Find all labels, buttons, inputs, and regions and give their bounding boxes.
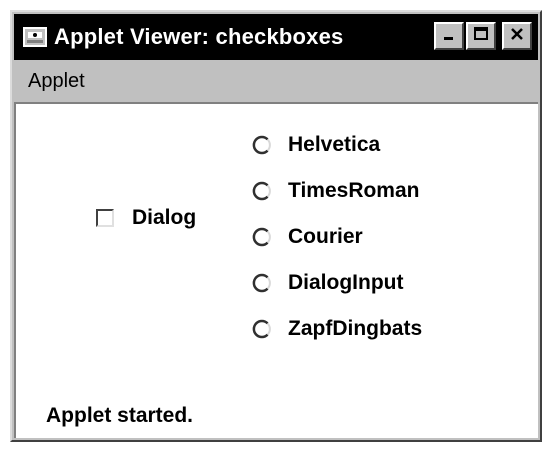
minimize-icon — [442, 27, 456, 46]
close-icon — [509, 26, 525, 47]
title-bar[interactable]: Applet Viewer: checkboxes — [14, 14, 538, 60]
maximize-button[interactable] — [466, 22, 496, 50]
menu-applet[interactable]: Applet — [18, 70, 95, 93]
applet-icon[interactable] — [20, 22, 50, 52]
radio-label-dialoginput[interactable]: DialogInput — [288, 271, 403, 295]
radio-button-icon[interactable] — [252, 181, 272, 201]
maximize-icon — [473, 26, 489, 47]
window-title: Applet Viewer: checkboxes — [54, 24, 344, 49]
dialog-checkbox-control[interactable]: Dialog — [96, 206, 196, 230]
applet-content-area: Dialog Helvetica TimesRoman Courier Dial… — [14, 102, 538, 438]
dialog-checkbox[interactable] — [96, 209, 114, 227]
minimize-button[interactable] — [434, 22, 464, 50]
radio-button-icon[interactable] — [252, 273, 272, 293]
radio-button-icon[interactable] — [252, 135, 272, 155]
radio-option-zapfdingbats[interactable]: ZapfDingbats — [252, 306, 422, 352]
radio-label-courier[interactable]: Courier — [288, 225, 363, 249]
dialog-checkbox-label[interactable]: Dialog — [132, 206, 196, 230]
close-button[interactable] — [502, 22, 532, 50]
radio-label-helvetica[interactable]: Helvetica — [288, 133, 380, 157]
radio-option-dialoginput[interactable]: DialogInput — [252, 260, 422, 306]
status-text: Applet started. — [46, 404, 194, 427]
radio-button-icon[interactable] — [252, 227, 272, 247]
radio-option-timesroman[interactable]: TimesRoman — [252, 168, 422, 214]
radio-button-icon[interactable] — [252, 319, 272, 339]
applet-viewer-window: Applet Viewer: checkboxes Applet Dialog … — [10, 10, 542, 442]
radio-option-helvetica[interactable]: Helvetica — [252, 122, 422, 168]
radio-option-courier[interactable]: Courier — [252, 214, 422, 260]
radio-label-timesroman[interactable]: TimesRoman — [288, 179, 420, 203]
radio-label-zapfdingbats[interactable]: ZapfDingbats — [288, 317, 422, 341]
font-radio-group: Helvetica TimesRoman Courier DialogInput — [252, 122, 422, 352]
menu-bar: Applet — [14, 62, 538, 100]
